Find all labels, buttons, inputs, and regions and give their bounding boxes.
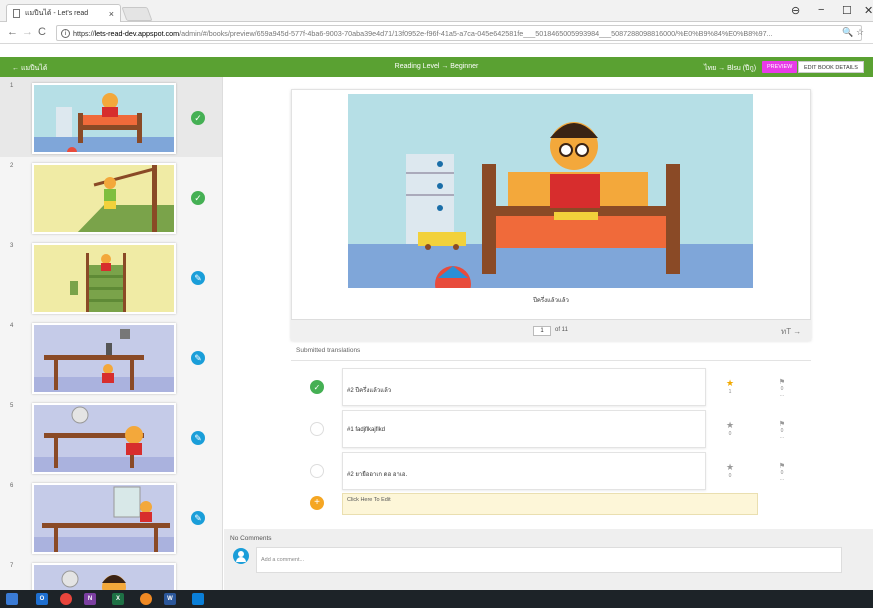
page-thumb-row[interactable]: 1 ✓: [0, 77, 222, 157]
page-done-check-icon: ✓: [191, 191, 205, 205]
app-header: ← แมปืนได้ Reading Level → Beginner ไทย …: [0, 57, 873, 77]
url-path: /admin/#/books/preview/659a945d-577f-4ba…: [179, 29, 773, 38]
select-translation-check-icon[interactable]: ✓: [310, 380, 324, 394]
close-tab-icon[interactable]: ×: [109, 9, 114, 19]
comments-title: No Comments: [230, 535, 272, 542]
page-number: 2: [10, 163, 14, 169]
page-illustration: [348, 94, 753, 288]
page-thumb-row[interactable]: 3 ✎: [0, 237, 222, 317]
page-number: 1: [10, 83, 14, 89]
info-icon[interactable]: i: [61, 29, 70, 38]
page-navigation-bar: 1 of 11 ทT →: [291, 319, 811, 341]
translation-text[interactable]: #1 fadjflkajflkd: [342, 410, 706, 448]
flag-icon[interactable]: ⚑ 0...: [776, 420, 788, 440]
page-thumbnail[interactable]: [32, 163, 176, 234]
translation-text[interactable]: #2 ปีครึ่งแล้วแล้ว: [342, 368, 706, 406]
maximize-icon[interactable]: ☐: [842, 4, 852, 17]
star-vote-icon[interactable]: ★ 0: [724, 420, 736, 437]
page-thumb-row[interactable]: 6 ✎: [0, 477, 222, 557]
url-host: lets-read-dev.appspot.com: [94, 29, 180, 38]
page-number: 3: [10, 243, 14, 249]
page-icon: [13, 9, 20, 18]
page-edit-pencil-icon: ✎: [191, 271, 205, 285]
star-count: 0: [728, 431, 732, 437]
page-edit-pencil-icon: ✎: [191, 351, 205, 365]
address-bar-row: ← → C i https://lets-read-dev.appspot.co…: [0, 22, 873, 44]
os-taskbar: O N X W: [0, 590, 873, 608]
zoom-icon[interactable]: 🔍: [842, 27, 853, 38]
page-thumbnail[interactable]: [32, 83, 176, 154]
page-thumbnail[interactable]: [32, 243, 176, 314]
close-window-icon[interactable]: ✕: [864, 4, 873, 17]
reload-icon[interactable]: C: [38, 26, 46, 38]
firefox-icon[interactable]: [140, 593, 152, 605]
onenote-icon[interactable]: N: [84, 593, 96, 605]
text-size-next-icon[interactable]: ทT →: [781, 325, 801, 338]
select-translation-check-icon[interactable]: [310, 422, 324, 436]
url-scheme: https://: [73, 29, 95, 38]
page-edit-pencil-icon: ✎: [191, 511, 205, 525]
translation-row: #1 fadjflkajflkd ★ 0 ⚑ 0...: [310, 410, 816, 448]
page-number: 5: [10, 403, 14, 409]
page-editor: ปีครึ่งแล้วแล้ว 1 of 11 ทT → Submitted t…: [224, 77, 873, 590]
page-list-sidebar: 1 ✓ 2 ✓ 3 ✎ 4 ✎ 5 ✎ 6 ✎ 7: [0, 77, 223, 590]
page-number: 4: [10, 323, 14, 329]
page-number-input[interactable]: 1: [533, 326, 551, 336]
word-icon[interactable]: W: [164, 593, 176, 605]
user-avatar-icon: [233, 548, 249, 564]
page-number: 6: [10, 483, 14, 489]
preview-button[interactable]: PREVIEW: [762, 61, 798, 73]
url-input[interactable]: i https://lets-read-dev.appspot.com/admi…: [56, 25, 862, 41]
outlook-icon[interactable]: O: [36, 593, 48, 605]
page-thumb-row[interactable]: 4 ✎: [0, 317, 222, 397]
page-thumb-row[interactable]: 5 ✎: [0, 397, 222, 477]
back-arrow-icon[interactable]: ←: [7, 26, 18, 38]
translation-row: #2 ยายืออาเก ดอ อาเอ. ★ 0 ⚑ 0...: [310, 452, 816, 490]
page-thumbnail[interactable]: [32, 483, 176, 554]
translation-text[interactable]: #2 ยายืออาเก ดอ อาเอ.: [342, 452, 706, 490]
star-count: 0: [728, 473, 732, 479]
translation-row: ✓ #2 ปีครึ่งแล้วแล้ว ★ 1 ⚑ 0...: [310, 368, 816, 406]
select-translation-check-icon[interactable]: [310, 464, 324, 478]
translation-edit-field[interactable]: Click Here To Edit: [342, 493, 758, 515]
star-vote-icon[interactable]: ★ 1: [724, 378, 736, 395]
page-number: 7: [10, 563, 14, 569]
browser-tab[interactable]: แมปืนได้ - Let's read ×: [6, 4, 121, 22]
new-tab-button[interactable]: [121, 7, 153, 21]
comments-section: No Comments Add a comment...: [224, 529, 873, 590]
start-windows-icon[interactable]: [6, 593, 18, 605]
explorer-icon[interactable]: [192, 593, 204, 605]
browser-tabbar: แมปืนได้ - Let's read × ⊖ − ☐ ✕: [0, 0, 873, 22]
flag-icon[interactable]: ⚑ 0...: [776, 462, 788, 482]
page-count: of 11: [555, 327, 568, 333]
page-caption: ปีครึ่งแล้วแล้ว: [533, 298, 569, 304]
flag-icon[interactable]: ⚑ 0...: [776, 378, 788, 398]
page-thumb-row[interactable]: 2 ✓: [0, 157, 222, 237]
excel-icon[interactable]: X: [112, 593, 124, 605]
star-count: 1: [728, 389, 732, 395]
page-thumbnail[interactable]: [32, 563, 176, 590]
chrome-icon[interactable]: [60, 593, 72, 605]
page-done-check-icon: ✓: [191, 111, 205, 125]
divider: [291, 360, 811, 361]
submitted-translations-title: Submitted translations: [296, 347, 361, 354]
add-translation-button[interactable]: +: [310, 496, 324, 510]
bookmark-star-icon[interactable]: ☆: [856, 27, 864, 38]
page-thumb-row[interactable]: 7: [0, 557, 222, 590]
comment-input[interactable]: Add a comment...: [256, 547, 842, 573]
minimize-icon[interactable]: −: [818, 4, 824, 16]
profile-icon[interactable]: ⊖: [791, 4, 800, 17]
forward-arrow-icon[interactable]: →: [22, 26, 33, 38]
edit-book-details-button[interactable]: EDIT BOOK DETAILS: [798, 61, 864, 73]
star-vote-icon[interactable]: ★ 0: [724, 462, 736, 479]
language-pair: ไทย → Blsu (ปีกู): [704, 65, 757, 72]
page-edit-pencil-icon: ✎: [191, 431, 205, 445]
page-thumbnail[interactable]: [32, 323, 176, 394]
tab-title: แมปืนได้ - Let's read: [25, 10, 89, 17]
page-thumbnail[interactable]: [32, 403, 176, 474]
